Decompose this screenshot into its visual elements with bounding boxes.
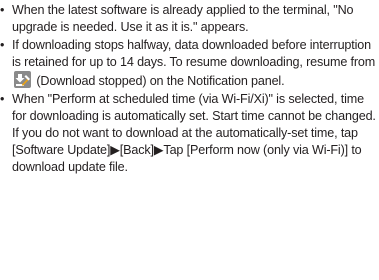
note-item-download-interrupted: • If downloading stops halfway, data dow…	[0, 37, 379, 90]
bullet: •	[0, 38, 5, 52]
note-text-after-icon: (Download stopped) on the Notification p…	[33, 74, 285, 88]
note-item-no-upgrade: • When the latest software is already ap…	[0, 2, 379, 36]
download-stopped-icon	[14, 71, 31, 88]
bullet: •	[0, 3, 5, 17]
note-item-scheduled-download: • When "Perform at scheduled time (via W…	[0, 91, 379, 176]
bullet: •	[0, 92, 5, 106]
note-text: When "Perform at scheduled time (via Wi-…	[12, 92, 376, 174]
notes-list: • When the latest software is already ap…	[0, 0, 379, 176]
note-text: When the latest software is already appl…	[12, 3, 354, 34]
note-text-before-icon: If downloading stops halfway, data downl…	[12, 38, 376, 69]
